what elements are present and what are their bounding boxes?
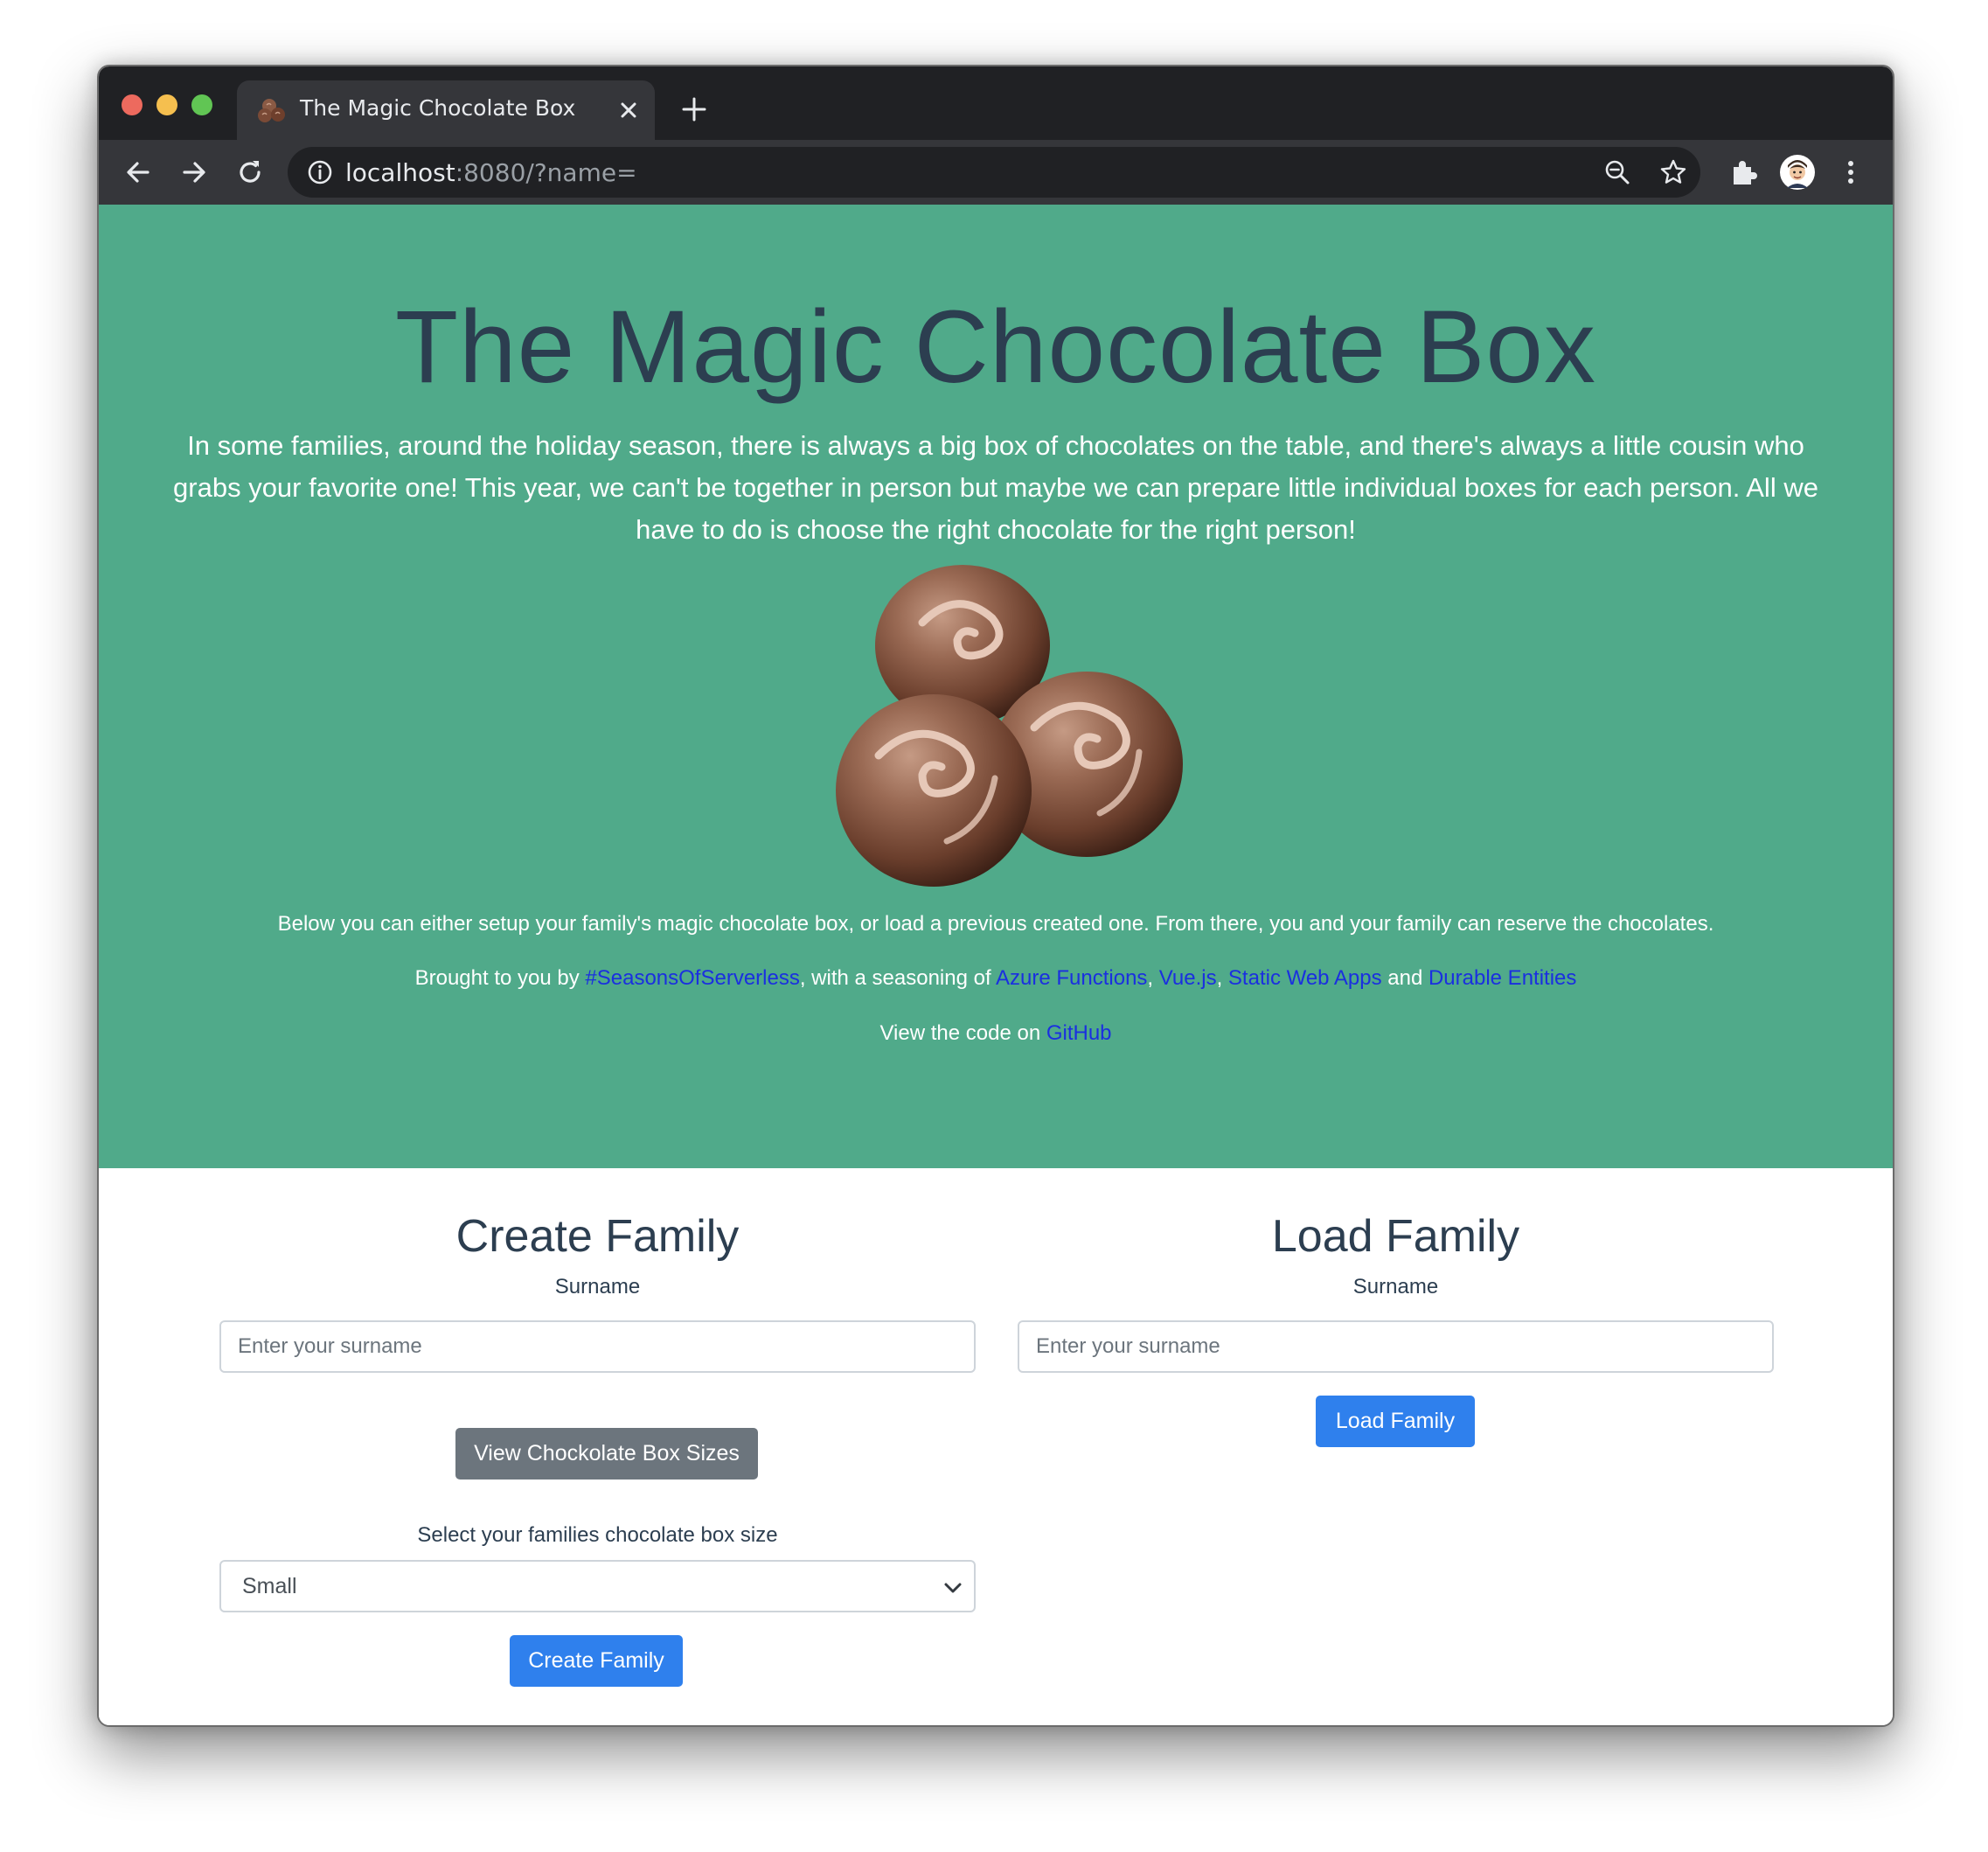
create-surname-input[interactable] [219, 1320, 976, 1373]
box-size-selected-value: Small [242, 1574, 297, 1598]
tab-close-icon[interactable] [616, 98, 641, 122]
box-size-label: Select your families chocolate box size [417, 1523, 778, 1547]
credits-mid: , with a seasoning of [799, 966, 996, 990]
more-menu-icon[interactable] [1833, 155, 1868, 190]
extensions-puzzle-icon[interactable] [1727, 155, 1762, 190]
new-tab-plus-icon[interactable] [681, 96, 707, 122]
view-code-text: View the code on GitHub [99, 1021, 1893, 1046]
azure-functions-link[interactable]: Azure Functions [996, 966, 1147, 990]
credits-separator: , [1147, 966, 1159, 990]
back-arrow-icon[interactable] [122, 156, 155, 189]
browser-tab[interactable]: The Magic Chocolate Box [237, 80, 655, 140]
browser-toolbar: localhost:8080/?name= [99, 140, 1893, 205]
view-code-prefix: View the code on [879, 1021, 1046, 1045]
minimize-window-button[interactable] [156, 94, 177, 115]
credits-text: Brought to you by #SeasonsOfServerless, … [99, 966, 1893, 991]
create-family-heading: Create Family [455, 1211, 740, 1262]
zoom-out-icon[interactable] [1602, 157, 1632, 187]
info-icon[interactable] [307, 159, 333, 185]
hero-lead-text: In some families, around the holiday sea… [173, 430, 1818, 545]
page-viewport: The Magic Chocolate Box In some families… [99, 205, 1893, 1725]
create-family-button[interactable]: Create Family [510, 1635, 683, 1687]
hero-section: The Magic Chocolate Box In some families… [99, 205, 1893, 1168]
github-link[interactable]: GitHub [1046, 1021, 1112, 1045]
forward-arrow-icon[interactable] [177, 156, 211, 189]
url-host: localhost [345, 158, 455, 187]
url-path: :8080/?name= [455, 158, 637, 187]
browser-window: The Magic Chocolate Box localhost:8080/?… [97, 65, 1894, 1727]
page-title: The Magic Chocolate Box [394, 289, 1597, 405]
address-bar[interactable]: localhost:8080/?name= [288, 147, 1700, 198]
browser-titlebar: The Magic Chocolate Box [99, 66, 1893, 140]
intro-text: Below you can either setup your family's… [277, 912, 1714, 936]
chocolate-favicon-icon [258, 99, 285, 122]
credits-and: and [1381, 966, 1428, 990]
create-surname-label: Surname [554, 1275, 641, 1298]
bookmark-star-icon[interactable] [1658, 157, 1688, 187]
static-web-apps-link[interactable]: Static Web Apps [1228, 966, 1382, 990]
tab-title: The Magic Chocolate Box [300, 95, 576, 121]
chocolates-image [836, 565, 1183, 887]
url-text: localhost:8080/?name= [345, 158, 637, 187]
durable-entities-link[interactable]: Durable Entities [1428, 966, 1576, 990]
close-window-button[interactable] [122, 94, 142, 115]
load-surname-input[interactable] [1018, 1320, 1774, 1373]
view-box-sizes-button[interactable]: View Chockolate Box Sizes [455, 1428, 758, 1480]
load-family-heading: Load Family [1271, 1211, 1520, 1262]
seasons-of-serverless-link[interactable]: #SeasonsOfServerless [585, 966, 799, 990]
load-family-button[interactable]: Load Family [1316, 1396, 1475, 1447]
box-size-select[interactable]: Small [219, 1560, 976, 1612]
zoom-window-button[interactable] [191, 94, 212, 115]
load-surname-label: Surname [1352, 1275, 1439, 1298]
profile-avatar[interactable] [1780, 155, 1815, 190]
vuejs-link[interactable]: Vue.js [1159, 966, 1217, 990]
credits-prefix: Brought to you by [414, 966, 586, 990]
reload-icon[interactable] [233, 156, 267, 189]
chevron-down-icon [944, 1583, 962, 1593]
credits-separator: , [1216, 966, 1228, 990]
